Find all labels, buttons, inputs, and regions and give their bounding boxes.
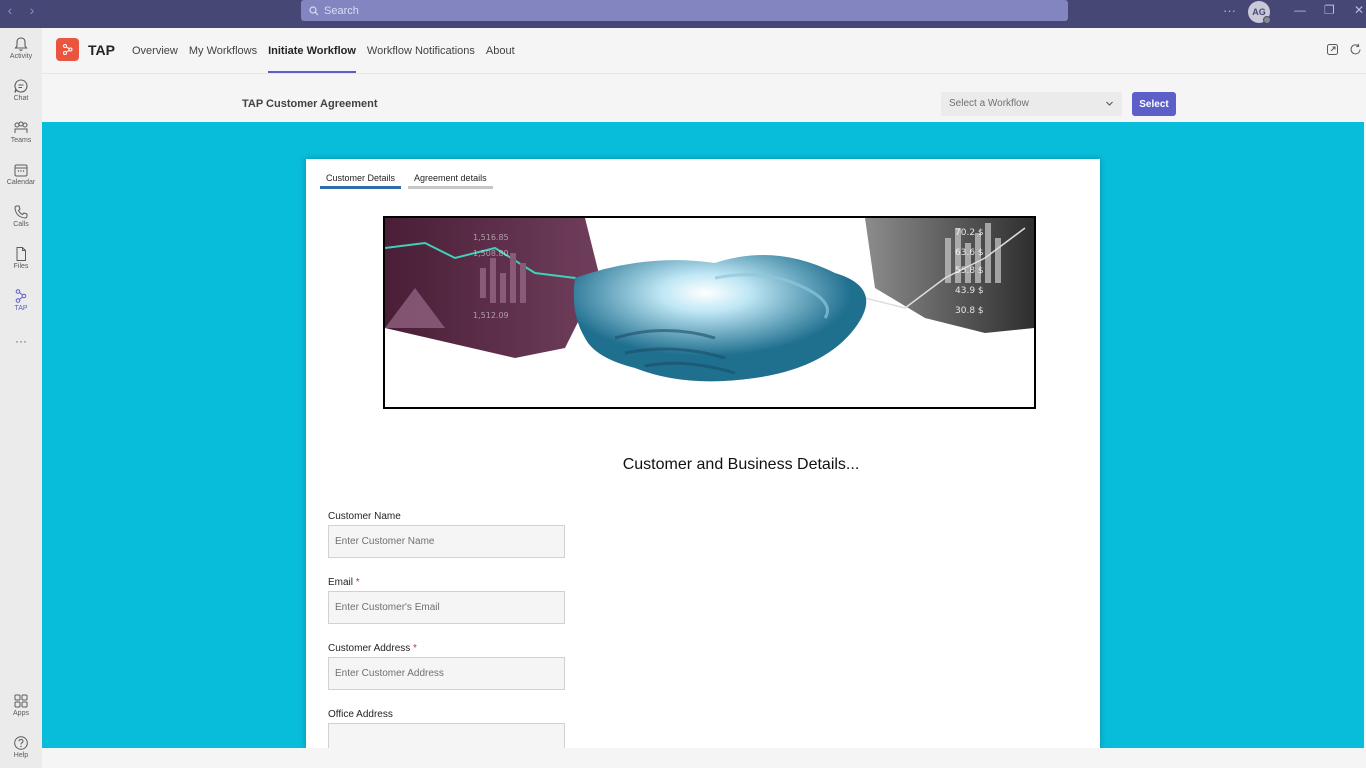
workflow-select[interactable]: Select a Workflow bbox=[941, 92, 1122, 116]
search-placeholder: Search bbox=[324, 4, 359, 17]
tab-customer-details[interactable]: Customer Details bbox=[320, 173, 402, 189]
rail-item-label: Calendar bbox=[6, 179, 36, 186]
select-button[interactable]: Select bbox=[1132, 92, 1176, 116]
rail-item-files[interactable]: Files bbox=[0, 246, 42, 270]
email-input[interactable]: Enter Customer's Email bbox=[328, 591, 565, 624]
banner-value: 63.6 $ bbox=[955, 248, 984, 258]
rail-item-apps[interactable]: Apps bbox=[0, 693, 42, 717]
tap-logo-icon bbox=[56, 38, 79, 61]
chevron-down-icon bbox=[1106, 101, 1113, 106]
customer-address-field: Customer Address * Enter Customer Addres… bbox=[328, 643, 565, 690]
form-card: Customer Details Agreement details 70.2 … bbox=[306, 159, 1100, 748]
form-tabs: Customer Details Agreement details bbox=[320, 173, 500, 189]
banner-value: 1,516.85 bbox=[473, 233, 509, 242]
rail-item-label: Chat bbox=[13, 95, 29, 102]
field-label-text: Customer Address bbox=[328, 643, 411, 654]
tab-about[interactable]: About bbox=[486, 28, 515, 74]
field-label: Customer Address * bbox=[328, 643, 565, 654]
left-app-rail: Activity Chat Teams Calendar Calls Files… bbox=[0, 28, 42, 768]
rail-item-label: Activity bbox=[9, 53, 33, 60]
rail-item-calendar[interactable]: Calendar bbox=[0, 162, 42, 186]
header-actions bbox=[1326, 43, 1362, 56]
bell-icon bbox=[14, 37, 28, 51]
handshake-banner-image: 70.2 $ 63.6 $ 55.8 $ 43.9 $ 30.8 $ 1,516… bbox=[383, 216, 1036, 409]
avatar[interactable]: AG bbox=[1248, 1, 1271, 24]
form-canvas: Customer Details Agreement details 70.2 … bbox=[42, 122, 1364, 748]
banner-value: 43.9 $ bbox=[955, 286, 984, 296]
tab-initiate-workflow[interactable]: Initiate Workflow bbox=[268, 28, 356, 74]
search-icon bbox=[309, 5, 319, 15]
rail-item-chat[interactable]: Chat bbox=[0, 78, 42, 102]
email-field: Email * Enter Customer's Email bbox=[328, 577, 565, 624]
tab-my-workflows[interactable]: My Workflows bbox=[189, 28, 257, 74]
rail-more-icon[interactable]: ··· bbox=[0, 334, 42, 348]
tab-overview[interactable]: Overview bbox=[132, 28, 178, 74]
calendar-icon bbox=[14, 164, 28, 177]
banner-value: 70.2 $ bbox=[955, 228, 984, 238]
popout-icon[interactable] bbox=[1326, 43, 1339, 56]
workflow-bar: TAP Customer Agreement Select a Workflow… bbox=[42, 74, 1366, 122]
rail-item-label: Help bbox=[13, 752, 29, 759]
rail-item-label: Calls bbox=[13, 221, 29, 228]
customer-name-input[interactable]: Enter Customer Name bbox=[328, 525, 565, 558]
customer-name-field: Customer Name Enter Customer Name bbox=[328, 511, 565, 558]
banner-value: 1,508.80 bbox=[473, 249, 509, 258]
search-input[interactable]: Search bbox=[301, 0, 1068, 21]
required-marker: * bbox=[355, 577, 360, 588]
field-label: Office Address bbox=[328, 709, 565, 720]
section-heading: Customer and Business Details... bbox=[622, 456, 860, 473]
required-marker: * bbox=[413, 643, 417, 654]
field-label: Email * bbox=[328, 577, 565, 588]
title-bar: ‹ › Search ··· AG — ❐ ✕ bbox=[0, 0, 1366, 28]
rail-item-activity[interactable]: Activity bbox=[0, 36, 42, 60]
nav-arrows: ‹ › bbox=[4, 2, 38, 18]
restore-icon[interactable]: ❐ bbox=[1324, 3, 1335, 17]
phone-icon bbox=[14, 205, 28, 219]
file-icon bbox=[16, 247, 26, 261]
app-header: TAP Overview My Workflows Initiate Workf… bbox=[42, 28, 1366, 74]
minimize-icon[interactable]: — bbox=[1294, 3, 1306, 17]
teams-icon bbox=[14, 121, 28, 133]
rail-item-label: Apps bbox=[13, 710, 29, 717]
field-label-text: Office Address bbox=[328, 709, 393, 720]
app-tabs: Overview My Workflows Initiate Workflow … bbox=[132, 28, 526, 74]
customer-address-input[interactable]: Enter Customer Address bbox=[328, 657, 565, 690]
presence-status-icon bbox=[1263, 16, 1271, 24]
bottom-strip bbox=[42, 748, 1366, 768]
rail-item-tap[interactable]: TAP bbox=[0, 288, 42, 312]
close-icon[interactable]: ✕ bbox=[1354, 3, 1364, 17]
forward-arrow-icon[interactable]: › bbox=[26, 2, 38, 18]
workflow-title: TAP Customer Agreement bbox=[242, 98, 378, 110]
apps-icon bbox=[14, 694, 28, 708]
office-address-field: Office Address bbox=[328, 709, 565, 748]
field-label: Customer Name bbox=[328, 511, 565, 522]
rail-item-label: Teams bbox=[10, 137, 32, 144]
field-label-text: Customer Name bbox=[328, 511, 401, 522]
refresh-icon[interactable] bbox=[1349, 43, 1362, 56]
banner-value: 55.8 $ bbox=[955, 266, 984, 276]
office-address-input[interactable] bbox=[328, 723, 565, 748]
rail-item-calls[interactable]: Calls bbox=[0, 204, 42, 228]
chat-icon bbox=[14, 79, 28, 93]
rail-item-label: Files bbox=[13, 263, 29, 270]
rail-item-help[interactable]: Help bbox=[0, 735, 42, 759]
back-arrow-icon[interactable]: ‹ bbox=[4, 2, 16, 18]
tab-workflow-notifications[interactable]: Workflow Notifications bbox=[367, 28, 475, 74]
more-options-icon[interactable]: ··· bbox=[1223, 3, 1236, 18]
workflow-icon bbox=[15, 289, 27, 303]
help-icon bbox=[14, 736, 28, 750]
app-name: TAP bbox=[88, 42, 115, 58]
banner-value: 30.8 $ bbox=[955, 306, 984, 316]
rail-item-label: TAP bbox=[14, 305, 28, 312]
workflow-select-placeholder: Select a Workflow bbox=[949, 98, 1029, 109]
banner-value: 1,512.09 bbox=[473, 311, 509, 320]
tab-agreement-details[interactable]: Agreement details bbox=[408, 173, 493, 189]
field-label-text: Email bbox=[328, 577, 354, 588]
avatar-initials: AG bbox=[1252, 7, 1266, 17]
rail-item-teams[interactable]: Teams bbox=[0, 120, 42, 144]
